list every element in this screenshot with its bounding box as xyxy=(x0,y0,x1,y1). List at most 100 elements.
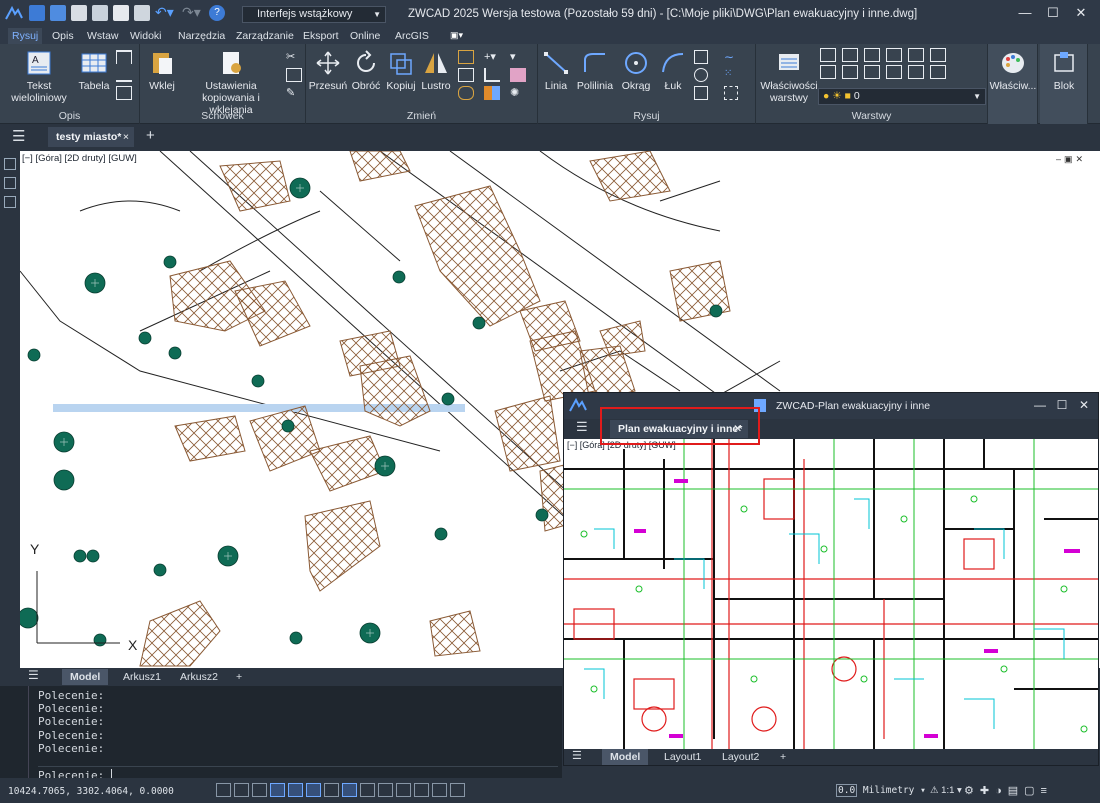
ribbon-toggle-icon[interactable]: ▣▾ xyxy=(450,30,470,42)
close-button[interactable]: ✕ xyxy=(1068,3,1094,23)
redo-icon[interactable]: ↷▾ xyxy=(182,5,204,21)
layout-tab-model[interactable]: Model xyxy=(602,749,649,765)
trim-icon[interactable]: +▾ xyxy=(484,50,500,64)
annotation-scale[interactable]: ⚠ 1:1 ▾ xyxy=(930,785,962,796)
close-tab-icon[interactable]: × xyxy=(123,127,129,147)
minimize-button[interactable]: — xyxy=(1012,3,1038,23)
properties-palette-icon[interactable] xyxy=(4,158,16,170)
layers-palette-icon[interactable] xyxy=(4,177,16,189)
cut-icon[interactable]: ✂ xyxy=(286,50,302,64)
ellipse-icon[interactable] xyxy=(694,68,708,82)
panel-warstwy-label[interactable]: Warstwy xyxy=(756,110,987,122)
array-icon[interactable]: ▾ xyxy=(510,50,526,64)
rotate-button[interactable]: Obróć xyxy=(348,50,384,92)
block-button[interactable]: Blok xyxy=(1040,50,1088,92)
add-tab-button[interactable]: + xyxy=(146,127,155,144)
layer-tool-icon[interactable] xyxy=(886,48,902,62)
annotation-monitor-icon[interactable] xyxy=(432,783,447,797)
save-as-icon[interactable] xyxy=(92,5,108,21)
osnap-toggle-icon[interactable] xyxy=(288,783,303,797)
mirror-button[interactable]: Lustro xyxy=(418,50,454,92)
stretch-icon[interactable] xyxy=(458,68,474,82)
plot-icon[interactable] xyxy=(134,5,150,21)
print-icon[interactable] xyxy=(113,5,129,21)
line-button[interactable]: Linia xyxy=(538,50,574,92)
region-icon[interactable] xyxy=(724,86,738,100)
circle-button[interactable]: Okrąg xyxy=(618,50,654,92)
paste-settings-button[interactable]: Ustawienia kopiowania i wklejania xyxy=(180,50,282,116)
minimize-button[interactable]: — xyxy=(1030,396,1050,414)
help-icon[interactable]: ? xyxy=(209,5,225,21)
layer-tool-icon[interactable] xyxy=(864,48,880,62)
lineweight-toggle-icon[interactable] xyxy=(360,783,375,797)
copy-button[interactable]: Kopiuj xyxy=(384,50,418,92)
point-icon[interactable]: ⁙ xyxy=(724,68,740,82)
layout-tab-model[interactable]: Model xyxy=(62,669,109,685)
properties-button[interactable]: Właściw... xyxy=(988,50,1038,92)
menu-icon[interactable]: ☰ xyxy=(12,127,25,145)
snap-toggle-icon[interactable] xyxy=(234,783,249,797)
ortho-toggle-icon[interactable] xyxy=(252,783,267,797)
hatch-icon[interactable] xyxy=(694,86,708,100)
status-tray-icons[interactable]: ⚙✚◑▤▢≡ xyxy=(964,784,1053,797)
dyn-toggle-icon[interactable] xyxy=(342,783,357,797)
otrack-toggle-icon[interactable] xyxy=(306,783,321,797)
layer-tool-icon[interactable] xyxy=(930,48,946,62)
workspace-select[interactable]: Interfejs wstążkowy ▼ xyxy=(242,6,386,23)
dimension-icon[interactable] xyxy=(116,50,132,64)
table-button[interactable]: Tabela xyxy=(76,50,112,92)
viewport-controls[interactable]: –▣✕ xyxy=(1056,154,1086,165)
layer-tool-icon[interactable] xyxy=(820,48,836,62)
panel-zmien-label[interactable]: Zmień xyxy=(306,110,537,122)
move-button[interactable]: Przesuń xyxy=(308,50,348,92)
layout-menu-icon[interactable]: ☰ xyxy=(572,749,582,762)
add-layout-button[interactable]: + xyxy=(228,669,250,685)
grid-array-icon[interactable] xyxy=(484,86,500,100)
layer-tool-icon[interactable] xyxy=(886,65,902,79)
current-layer-select[interactable]: ● ☀ ■ 0 ▼ xyxy=(818,88,986,105)
layer-tool-icon[interactable] xyxy=(842,65,858,79)
tab-wstaw[interactable]: Wstaw xyxy=(83,28,123,44)
grid-toggle-icon[interactable] xyxy=(216,783,231,797)
layer-tool-icon[interactable] xyxy=(864,65,880,79)
layout-menu-icon[interactable]: ☰ xyxy=(28,668,39,682)
spline-icon[interactable]: ∼ xyxy=(724,50,740,64)
viewport-label[interactable]: [−] [Góra] [2D druty] [GUW] xyxy=(22,153,137,164)
quick-properties-toggle-icon[interactable] xyxy=(396,783,411,797)
panel-opis-label[interactable]: Opis xyxy=(0,110,139,122)
rectangle-icon[interactable] xyxy=(694,50,708,64)
tab-zarzadzanie[interactable]: Zarządzanie xyxy=(232,28,298,44)
new-file-icon[interactable] xyxy=(29,5,45,21)
tab-rysuj[interactable]: Rysuj xyxy=(8,28,43,44)
document-tab-testy-miasto[interactable]: testy miasto* × xyxy=(48,127,134,147)
ducs-toggle-icon[interactable] xyxy=(324,783,339,797)
layout-tab-arkusz1[interactable]: Arkusz1 xyxy=(115,669,169,685)
layer-tool-icon[interactable] xyxy=(842,48,858,62)
tab-arcgis[interactable]: ArcGIS xyxy=(391,28,433,44)
save-icon[interactable] xyxy=(71,5,87,21)
maximize-button[interactable]: ☐ xyxy=(1052,396,1072,414)
isolate-icon[interactable] xyxy=(450,783,465,797)
transparency-toggle-icon[interactable] xyxy=(378,783,393,797)
arc-button[interactable]: Łuk xyxy=(656,50,690,92)
tab-eksport[interactable]: Eksport xyxy=(299,28,343,44)
erase-icon[interactable] xyxy=(510,68,526,82)
design-center-icon[interactable] xyxy=(4,196,16,208)
offset-icon[interactable] xyxy=(458,86,474,100)
layer-tool-icon[interactable] xyxy=(820,65,836,79)
units-select[interactable]: 0.0 Milimetry ▾ xyxy=(836,784,926,797)
explode-icon[interactable]: ✺ xyxy=(510,86,526,100)
polyline-button[interactable]: Polilinia xyxy=(574,50,616,92)
tab-online[interactable]: Online xyxy=(346,28,384,44)
polar-toggle-icon[interactable] xyxy=(270,783,285,797)
tab-widoki[interactable]: Widoki xyxy=(126,28,166,44)
layout-tab-layout2[interactable]: Layout2 xyxy=(714,749,767,765)
tab-narzedzia[interactable]: Narzędzia xyxy=(174,28,229,44)
close-button[interactable]: ✕ xyxy=(1074,396,1094,414)
multiline-text-button[interactable]: A Tekst wieloliniowy xyxy=(8,50,70,104)
layer-tool-icon[interactable] xyxy=(930,65,946,79)
fillet-icon[interactable] xyxy=(484,68,500,82)
paste-button[interactable]: Wklej xyxy=(144,50,180,92)
tab-opis[interactable]: Opis xyxy=(48,28,78,44)
match-properties-icon[interactable]: ✎ xyxy=(286,86,302,100)
